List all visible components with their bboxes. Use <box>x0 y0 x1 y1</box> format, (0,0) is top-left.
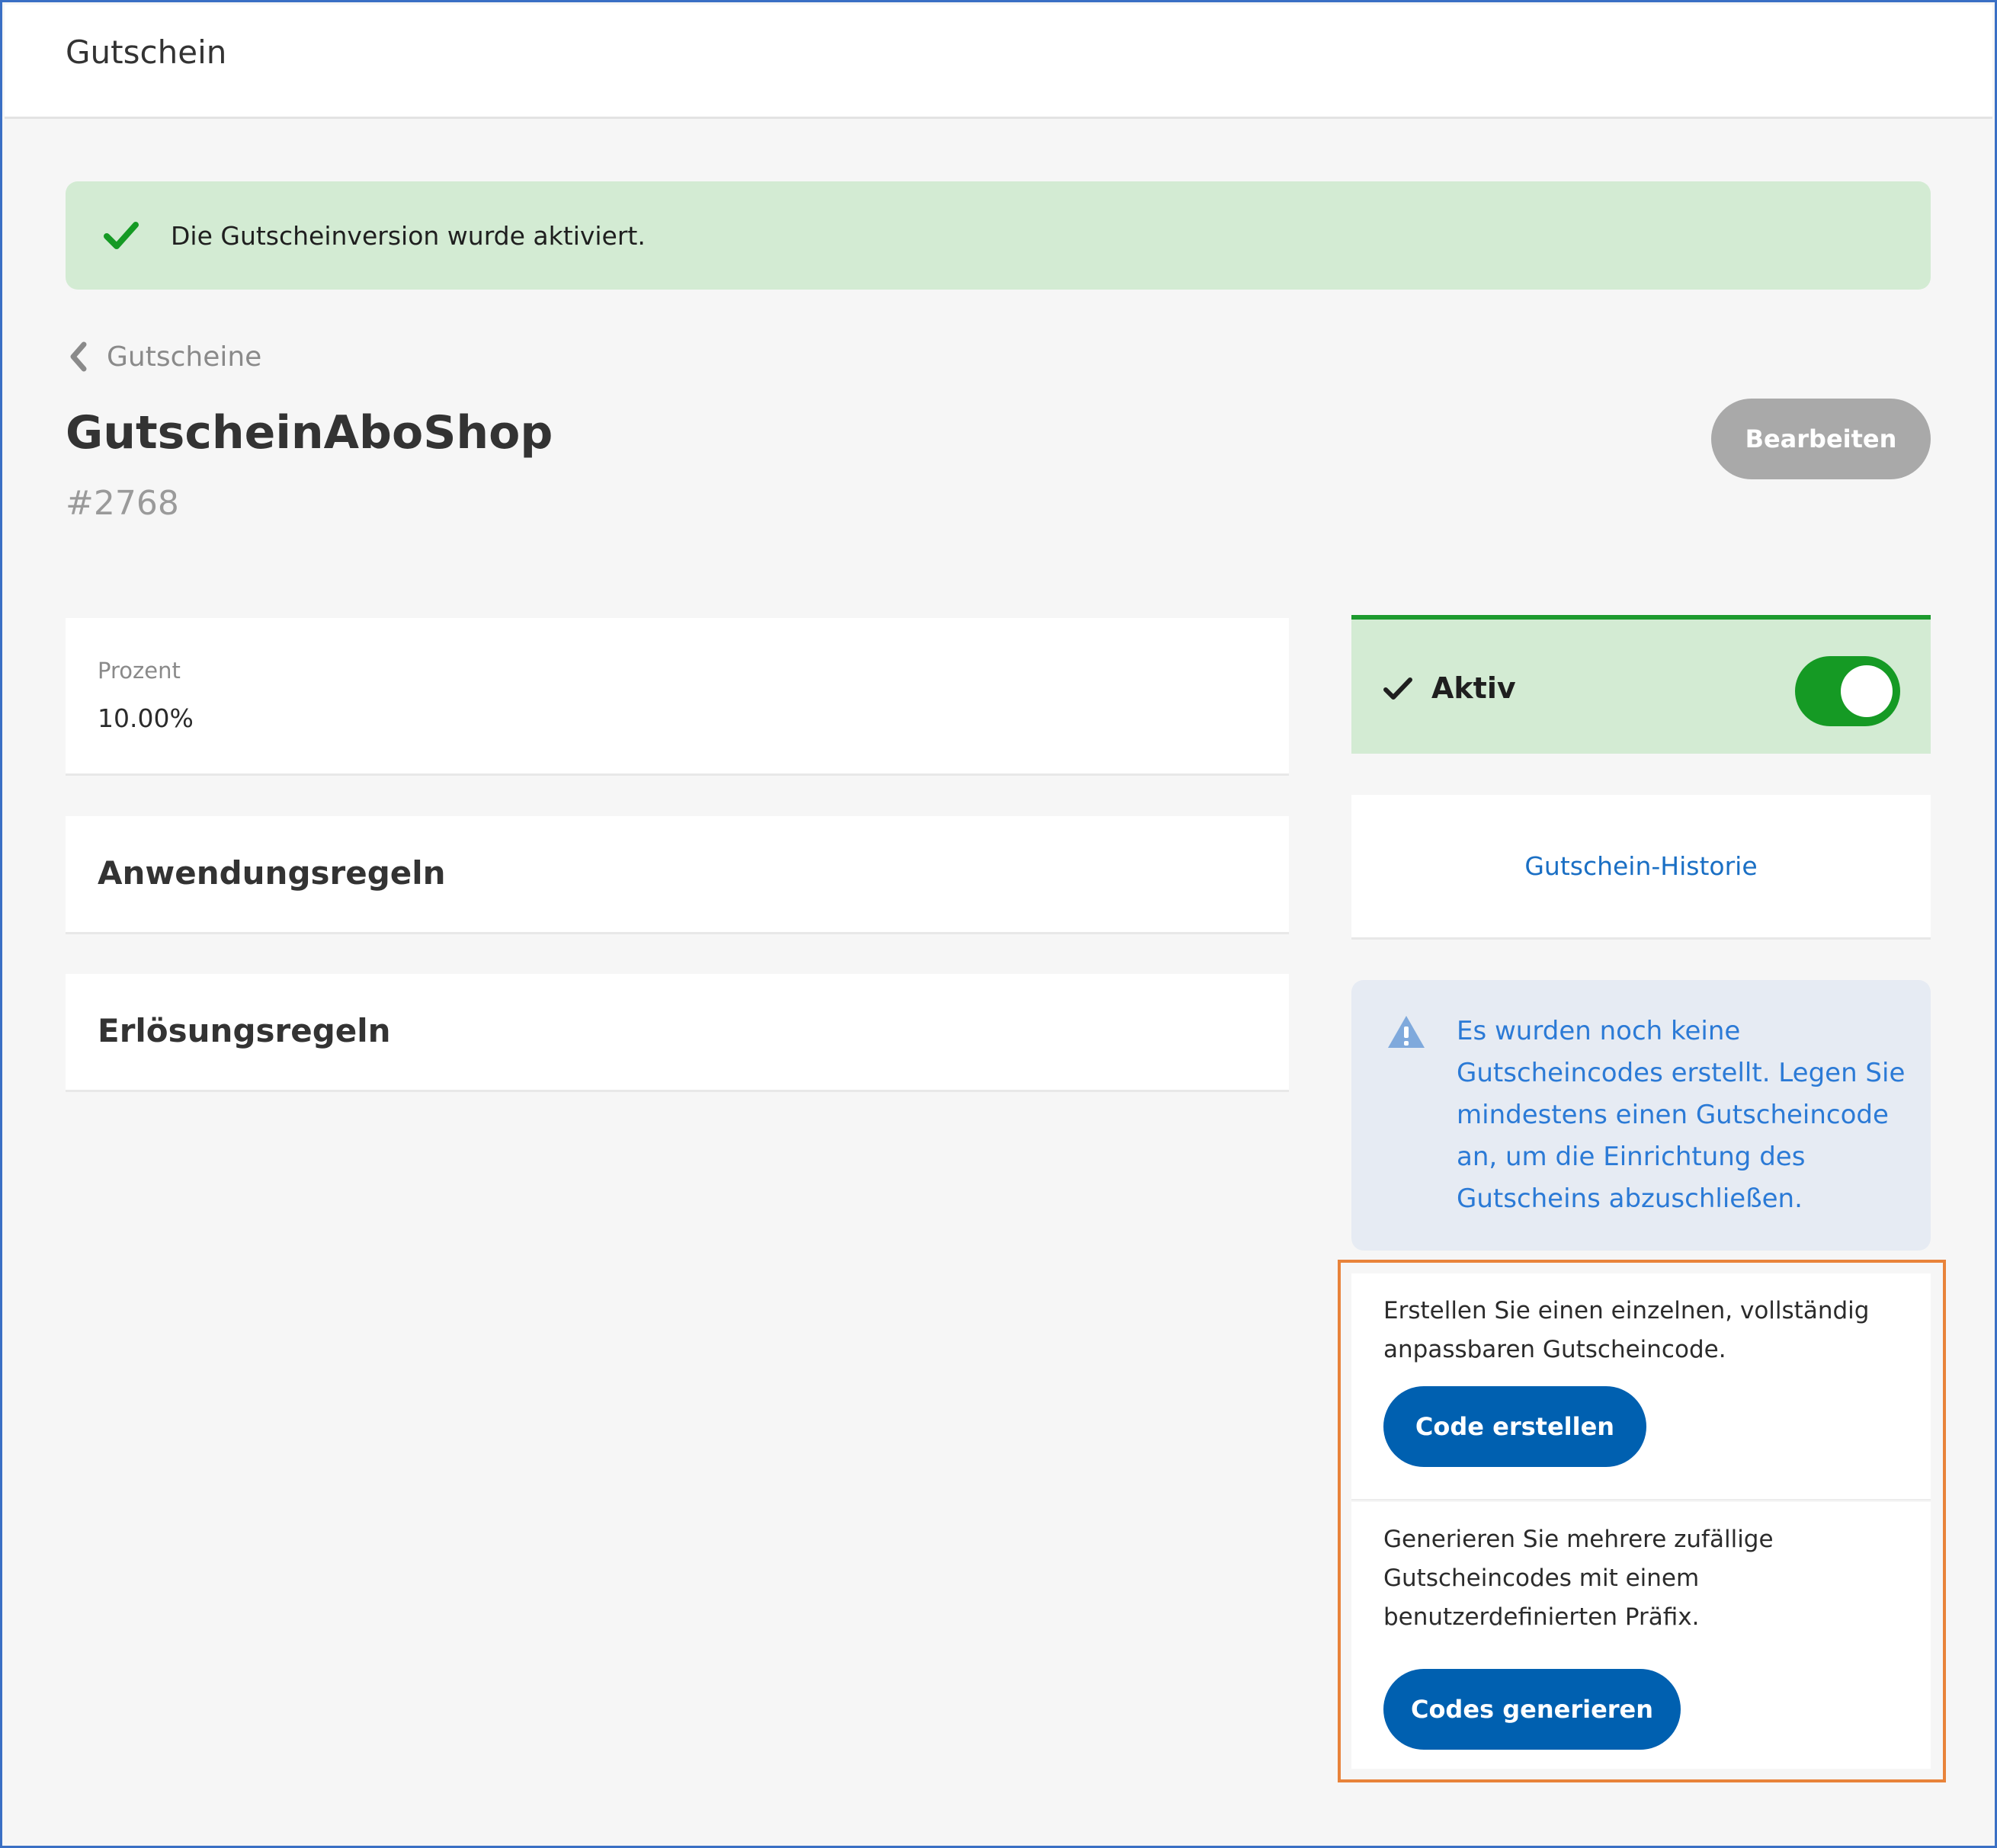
redemption-rules-heading: Erlösungsregeln <box>98 1012 391 1049</box>
check-icon <box>104 222 139 249</box>
alert-message: Die Gutscheinversion wurde aktiviert. <box>171 221 646 251</box>
top-bar: Gutschein <box>5 5 1992 119</box>
discount-card: Prozent 10.00% <box>66 618 1289 776</box>
voucher-id: #2768 <box>66 484 179 523</box>
chevron-left-icon <box>70 341 87 372</box>
discount-label: Prozent <box>98 658 181 684</box>
discount-value: 10.00% <box>98 703 194 733</box>
status-label: Aktiv <box>1431 671 1516 705</box>
redemption-rules-section[interactable]: Erlösungsregeln <box>66 974 1289 1092</box>
check-icon <box>1383 677 1412 700</box>
breadcrumb-back-link[interactable]: Gutscheine <box>66 338 261 376</box>
active-toggle[interactable] <box>1795 656 1900 726</box>
history-card: Gutschein-Historie <box>1351 795 1931 940</box>
page-title: GutscheinAboShop <box>66 406 553 460</box>
app-title: Gutschein <box>66 34 227 71</box>
warning-triangle-icon <box>1388 1016 1425 1048</box>
voucher-history-link[interactable]: Gutschein-Historie <box>1524 851 1757 881</box>
status-card: Aktiv <box>1351 615 1931 754</box>
success-alert: Die Gutscheinversion wurde aktiviert. <box>66 181 1931 290</box>
toggle-knob <box>1841 665 1893 717</box>
warning-message: Es wurden noch keine Gutscheincodes erst… <box>1457 1016 1906 1214</box>
breadcrumb-label: Gutscheine <box>107 341 262 373</box>
app-window: Gutschein Die Gutscheinversion wurde akt… <box>0 0 1997 1848</box>
highlight-frame <box>1338 1260 1946 1782</box>
application-rules-heading: Anwendungsregeln <box>98 854 446 892</box>
no-codes-warning: Es wurden noch keine Gutscheincodes erst… <box>1351 980 1931 1251</box>
edit-button[interactable]: Bearbeiten <box>1711 399 1931 479</box>
application-rules-section[interactable]: Anwendungsregeln <box>66 816 1289 934</box>
